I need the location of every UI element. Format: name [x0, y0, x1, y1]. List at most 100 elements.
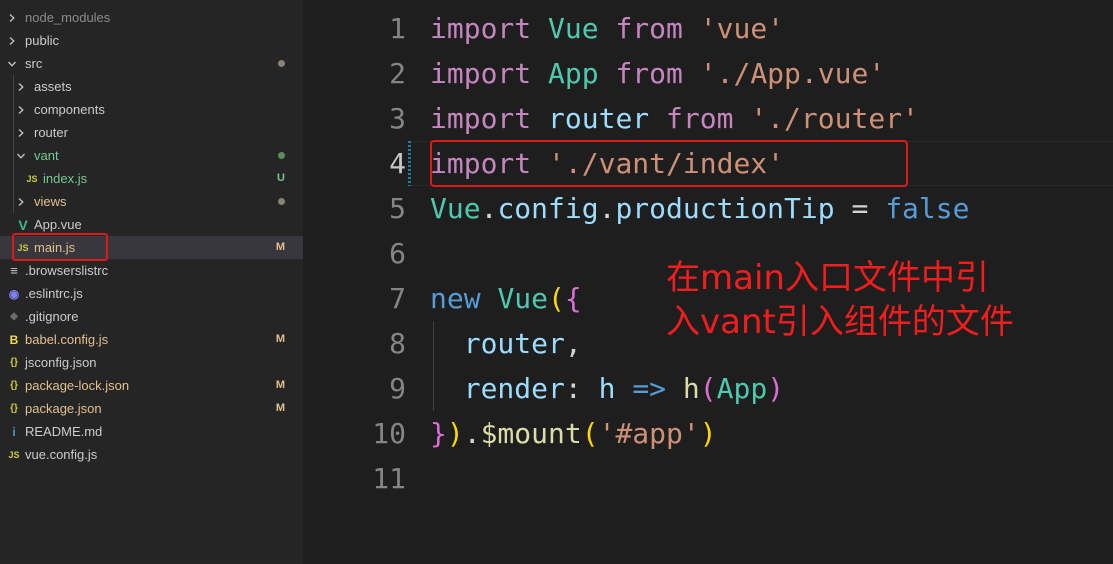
explorer-item-router[interactable]: router: [0, 121, 303, 144]
javascript-file-icon: JS: [8, 449, 20, 460]
code-token: import: [430, 57, 532, 90]
code-line[interactable]: import router from './router': [430, 96, 919, 141]
explorer-item-eslintrc-js[interactable]: ◉ .eslintrc.js: [0, 282, 303, 305]
code-line[interactable]: new Vue({: [430, 276, 582, 321]
explorer-item-label: package-lock.json: [25, 378, 130, 393]
line-number: 7: [389, 282, 406, 315]
code-token: h: [682, 372, 700, 405]
chevron-right-icon[interactable]: [5, 29, 19, 52]
explorer-item-node_modules[interactable]: node_modules: [0, 6, 303, 29]
code-token: from: [615, 12, 683, 45]
explorer-item-package-lock-json[interactable]: {} package-lock.json M: [0, 374, 303, 397]
chevron-right-icon[interactable]: [5, 6, 19, 29]
code-token: from: [666, 102, 734, 135]
code-token: render: [463, 372, 565, 405]
explorer-item-README-md[interactable]: i README.md: [0, 420, 303, 443]
explorer-sidebar: JS vue.config.js i README.md {} package.json M…: [0, 0, 303, 564]
code-token: .: [463, 417, 481, 450]
code-token: .: [598, 192, 616, 225]
git-status-letter: M: [275, 379, 285, 391]
code-token: {: [564, 282, 582, 315]
git-status-dot: [278, 152, 285, 159]
code-line[interactable]: router,: [430, 321, 582, 366]
git-status-letter: M: [275, 241, 285, 253]
explorer-item-components[interactable]: components: [0, 98, 303, 121]
code-token: :: [564, 372, 599, 405]
line-number: 11: [372, 462, 406, 495]
explorer-item-index-js[interactable]: JS index.js U: [0, 167, 303, 190]
git-status-dot: [278, 60, 285, 67]
code-token: 'vue': [699, 12, 785, 45]
code-token: config: [497, 192, 599, 225]
code-token: import: [430, 102, 532, 135]
git-file-icon: ◆: [10, 311, 18, 322]
chevron-right-icon[interactable]: [14, 121, 28, 144]
git-status-dot: [278, 198, 285, 205]
annotation-line-2: 入vant引入组件的文件: [666, 302, 1014, 342]
code-token: ,: [564, 327, 582, 360]
babel-file-icon: B: [9, 332, 19, 347]
explorer-item-public[interactable]: public: [0, 29, 303, 52]
explorer-item-babel-config-js[interactable]: Bbabel.config.js M: [0, 328, 303, 351]
line-number: 4: [389, 147, 406, 180]
line-number: 3: [389, 102, 406, 135]
code-token: ): [767, 372, 785, 405]
line-number: 9: [389, 372, 406, 405]
git-status-letter: M: [275, 333, 285, 345]
chevron-right-icon[interactable]: [14, 75, 28, 98]
json-file-icon: {}: [10, 380, 18, 391]
code-token: '#app': [598, 417, 700, 450]
main-js-highlight-box: [12, 233, 108, 261]
code-token: import: [430, 12, 532, 45]
chevron-down-icon[interactable]: [5, 52, 19, 75]
code-token: router: [548, 102, 650, 135]
code-line[interactable]: render: h => h(App): [430, 366, 784, 411]
indent-guide: [13, 75, 14, 213]
explorer-item-gitignore[interactable]: ◆ .gitignore: [0, 305, 303, 328]
code-token: router: [463, 327, 565, 360]
code-token: ): [446, 417, 464, 450]
explorer-item-browserslistrc[interactable]: ≡ .browserslistrc: [0, 259, 303, 282]
explorer-item-src[interactable]: src: [0, 52, 303, 75]
explorer-item-label: .browserslistrc: [25, 263, 109, 278]
code-line[interactable]: }).$mount('#app'): [430, 411, 717, 456]
gutter-added-indicator: [408, 141, 411, 186]
explorer-item-label: .eslintrc.js: [25, 286, 83, 301]
explorer-item-package-json[interactable]: {} package.json M: [0, 397, 303, 420]
code-line[interactable]: import App from './App.vue': [430, 51, 885, 96]
code-editor[interactable]: 在main入口文件中引 入vant引入组件的文件 1 import Vue fro…: [303, 0, 1113, 564]
code-token: Vue: [548, 12, 599, 45]
line-number: 10: [372, 417, 406, 450]
explorer-item-label: index.js: [43, 171, 88, 186]
code-line[interactable]: import './vant/index': [430, 141, 784, 186]
code-token: (: [699, 372, 717, 405]
code-line[interactable]: import Vue from 'vue': [430, 6, 784, 51]
explorer-item-vue-config-js[interactable]: JS vue.config.js: [0, 443, 303, 466]
chevron-down-icon[interactable]: [14, 144, 28, 167]
explorer-item-label: node_modules: [25, 10, 111, 25]
chevron-right-icon[interactable]: [14, 98, 28, 121]
explorer-item-views[interactable]: views: [0, 190, 303, 213]
explorer-item-vant[interactable]: vant: [0, 144, 303, 167]
explorer-item-assets[interactable]: assets: [0, 75, 303, 98]
explorer-item-jsconfig-json[interactable]: {} jsconfig.json: [0, 351, 303, 374]
code-token: .: [480, 192, 498, 225]
explorer-item-label: vue.config.js: [25, 447, 98, 462]
code-token: (: [581, 417, 599, 450]
chevron-right-icon[interactable]: [14, 190, 28, 213]
code-token: './router': [750, 102, 919, 135]
code-line[interactable]: Vue.config.productionTip = false: [430, 186, 969, 231]
explorer-item-label: assets: [34, 79, 72, 94]
code-token: $mount: [480, 417, 582, 450]
git-status-letter: U: [277, 172, 285, 184]
